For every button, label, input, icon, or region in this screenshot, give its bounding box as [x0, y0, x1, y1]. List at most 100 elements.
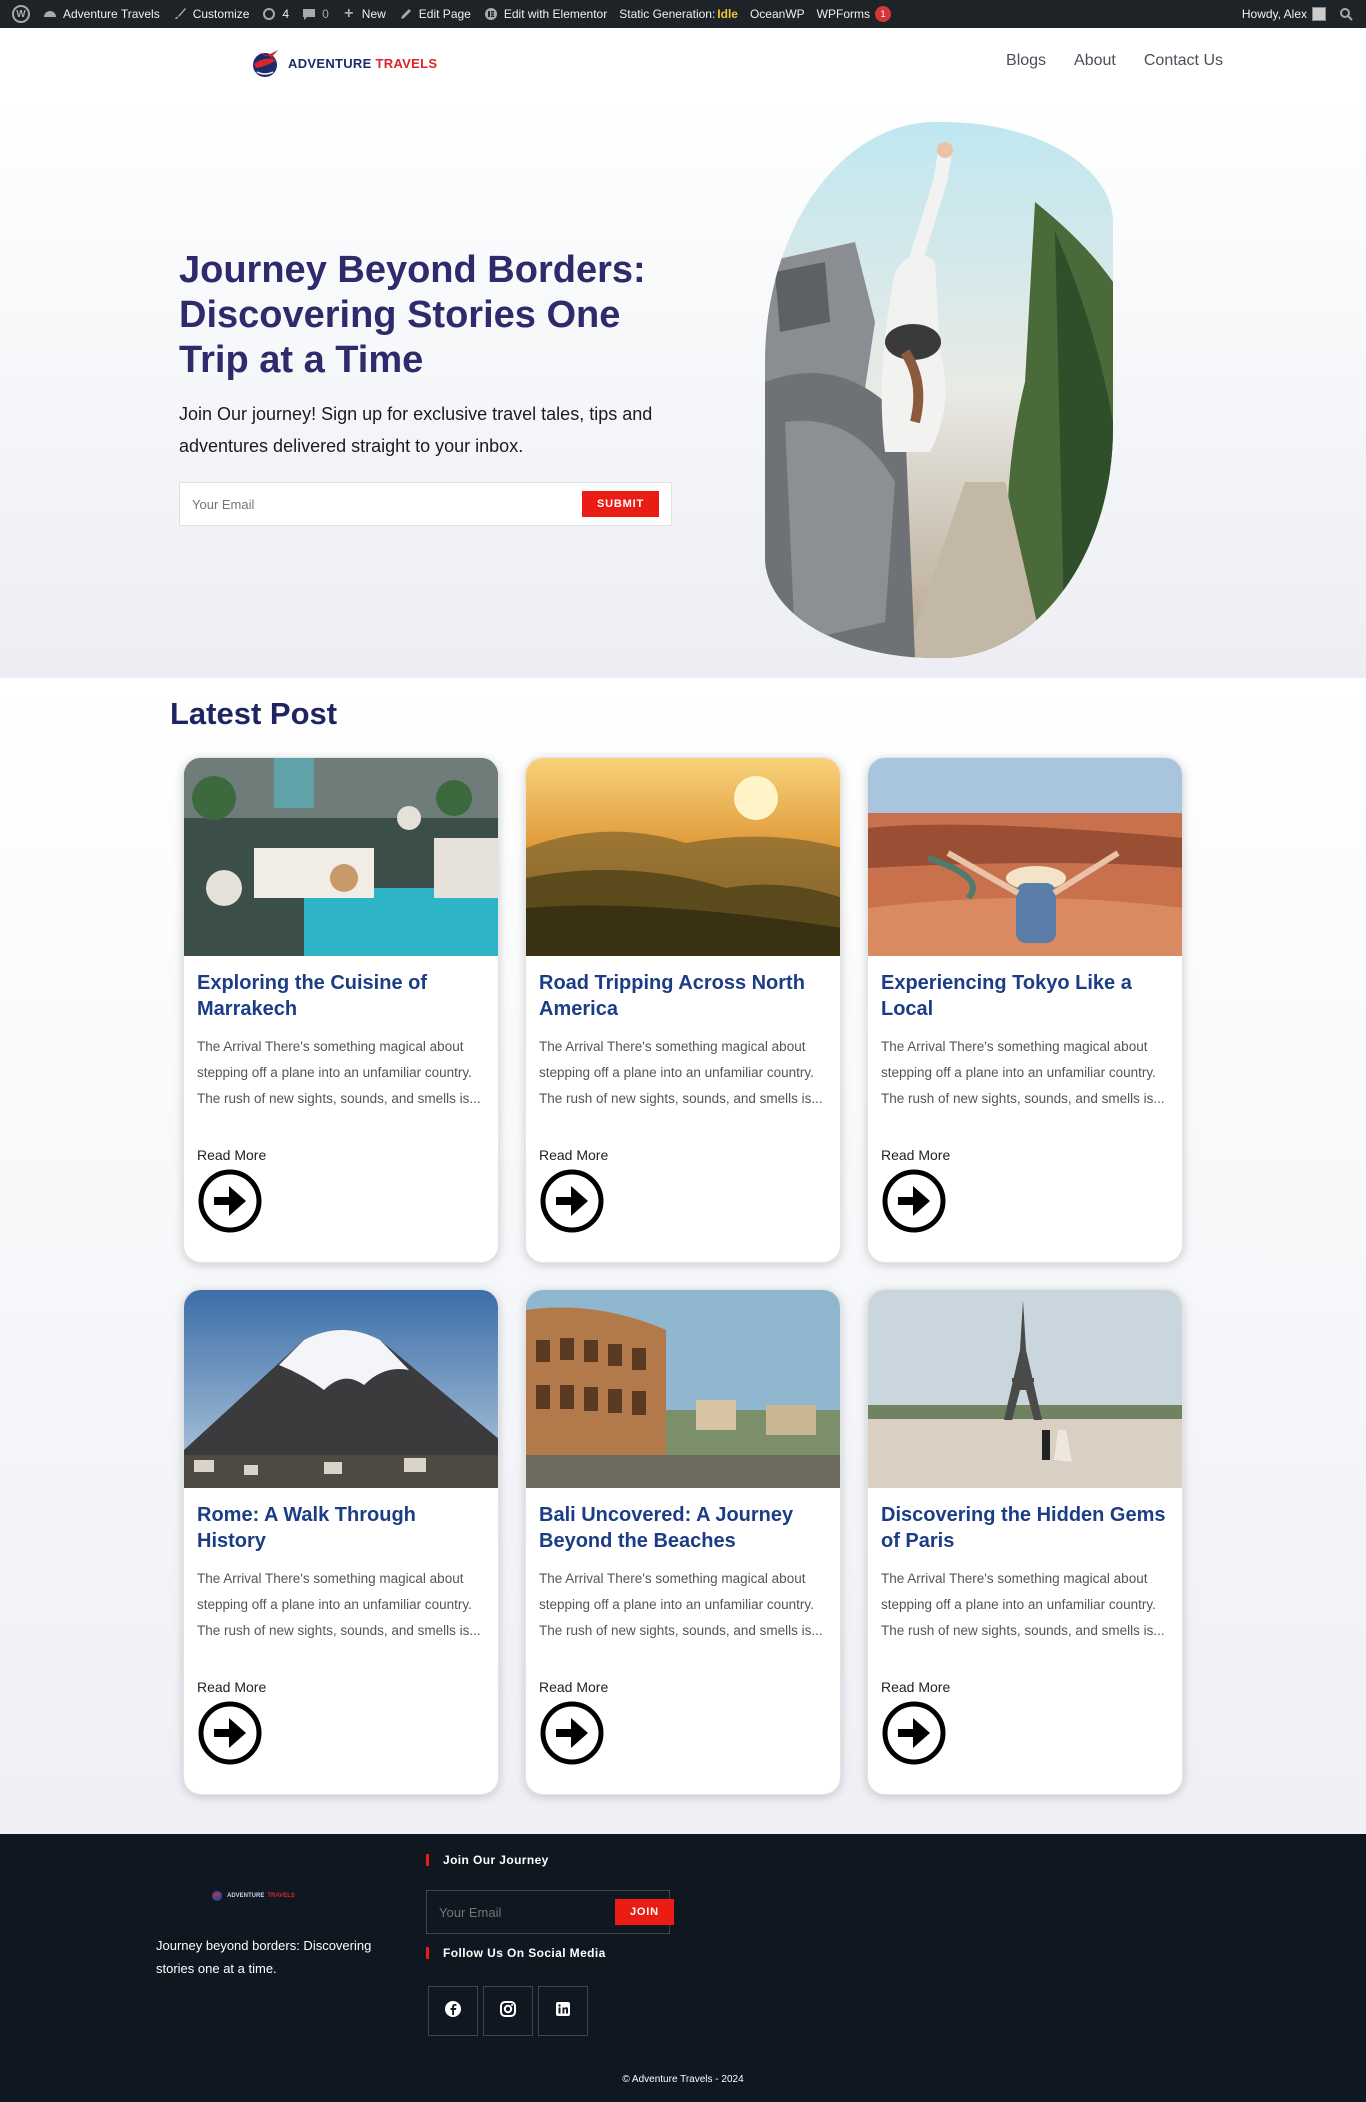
admin-comments[interactable]: 0 [295, 0, 335, 28]
facebook-link[interactable] [428, 1986, 478, 2036]
nav-contact-us[interactable]: Contact Us [1144, 52, 1223, 70]
footer-copyright: © Adventure Travels - 2024 [622, 2074, 744, 2085]
post-excerpt: The Arrival There's something magical ab… [539, 1571, 823, 1638]
avatar [1312, 7, 1326, 21]
admin-edit-page[interactable]: Edit Page [392, 0, 477, 28]
post-title[interactable]: Bali Uncovered: A Journey Beyond the Bea… [539, 1502, 829, 1554]
globe-plane-logo-icon [248, 46, 282, 80]
admin-static-generation[interactable]: Static Generation: Idle [613, 0, 744, 28]
post-excerpt: The Arrival There's something magical ab… [197, 1039, 481, 1106]
post-title[interactable]: Road Tripping Across North America [539, 970, 829, 1022]
admin-search[interactable] [1332, 0, 1360, 28]
footer-logo[interactable]: ADVENTURE TRAVELS [210, 1888, 295, 1904]
post-title[interactable]: Exploring the Cuisine of Marrakech [197, 970, 487, 1022]
static-generation-status: Idle [717, 7, 738, 21]
footer-newsletter-form: JOIN [426, 1890, 674, 1934]
facebook-icon [444, 2000, 462, 2023]
arrow-circle-right-icon[interactable] [881, 1168, 947, 1234]
footer-email-input[interactable] [439, 1904, 615, 1920]
admin-account[interactable]: Howdy, Alex [1236, 0, 1332, 28]
arrow-circle-right-icon[interactable] [197, 1700, 263, 1766]
arrow-circle-right-icon[interactable] [539, 1168, 605, 1234]
arrow-circle-right-icon[interactable] [539, 1700, 605, 1766]
logo-text-travels: TRAVELS [375, 55, 438, 71]
read-more-link[interactable]: Read More [539, 1147, 608, 1163]
footer-logo-travels: TRAVELS [267, 1893, 295, 1899]
comment-icon [301, 6, 317, 22]
admin-edit-elementor-label: Edit with Elementor [503, 7, 608, 21]
admin-edit-elementor[interactable]: Edit with Elementor [477, 0, 613, 28]
site-header: ADVENTURE TRAVELS Blogs About Contact Us [0, 28, 1366, 98]
post-card[interactable]: Rome: A Walk Through History The Arrival… [183, 1289, 499, 1795]
hero-email-input[interactable] [192, 496, 583, 512]
post-excerpt: The Arrival There's something magical ab… [881, 1039, 1165, 1106]
admin-customize[interactable]: Customize [166, 0, 256, 28]
hero-subtitle: Join Our journey! Sign up for exclusive … [179, 404, 653, 456]
admin-wpforms[interactable]: WPForms 1 [811, 0, 897, 28]
main-nav: Blogs About Contact Us [1006, 52, 1223, 70]
footer-join-button[interactable]: JOIN [615, 1899, 674, 1925]
admin-comments-count: 0 [322, 7, 329, 21]
post-excerpt: The Arrival There's something magical ab… [197, 1571, 481, 1638]
post-title[interactable]: Experiencing Tokyo Like a Local [881, 970, 1171, 1022]
admin-site-name[interactable]: Adventure Travels [36, 0, 166, 28]
read-more-link[interactable]: Read More [881, 1147, 950, 1163]
brush-icon [172, 6, 188, 22]
search-icon [1338, 6, 1354, 22]
howdy-label: Howdy, Alex [1241, 7, 1307, 21]
post-image-mount-fuji [184, 1290, 498, 1488]
site-footer: ADVENTURE TRAVELS Journey beyond borders… [0, 1834, 1366, 2102]
footer-logo-adventure: ADVENTURE [227, 1893, 265, 1899]
static-generation-label: Static Generation: [619, 7, 716, 21]
post-card[interactable]: Experiencing Tokyo Like a Local The Arri… [867, 757, 1183, 1263]
logo-text: ADVENTURE TRAVELS [288, 56, 437, 71]
read-more-link[interactable]: Read More [881, 1679, 950, 1695]
post-card[interactable]: Bali Uncovered: A Journey Beyond the Bea… [525, 1289, 841, 1795]
dashboard-icon [42, 6, 58, 22]
post-excerpt: The Arrival There's something magical ab… [539, 1039, 823, 1106]
admin-updates[interactable]: 4 [255, 0, 295, 28]
oceanwp-label: OceanWP [749, 7, 805, 21]
read-more-link[interactable]: Read More [197, 1147, 266, 1163]
wpforms-label: WPForms [816, 7, 870, 21]
post-image-colosseum [526, 1290, 840, 1488]
wp-admin-bar: W Adventure Travels Customize 4 0 + New … [0, 0, 1366, 28]
linkedin-link[interactable] [538, 1986, 588, 2036]
hero-submit-button[interactable]: SUBMIT [582, 491, 659, 517]
wordpress-logo-icon: W [12, 5, 30, 23]
post-card[interactable]: Exploring the Cuisine of Marrakech The A… [183, 757, 499, 1263]
post-excerpt: The Arrival There's something magical ab… [881, 1571, 1165, 1638]
updates-icon [261, 6, 277, 22]
hero-section: Journey Beyond Borders: Discovering Stor… [0, 98, 1366, 678]
post-card[interactable]: Discovering the Hidden Gems of Paris The… [867, 1289, 1183, 1795]
admin-oceanwp[interactable]: OceanWP [744, 0, 811, 28]
footer-join-heading: Join Our Journey [426, 1854, 549, 1866]
instagram-icon [499, 2000, 517, 2023]
arrow-circle-right-icon[interactable] [881, 1700, 947, 1766]
wordpress-menu[interactable]: W [6, 0, 36, 28]
nav-about[interactable]: About [1074, 52, 1116, 70]
pencil-icon [398, 6, 414, 22]
site-logo[interactable]: ADVENTURE TRAVELS [248, 46, 437, 80]
post-title[interactable]: Discovering the Hidden Gems of Paris [881, 1502, 1171, 1554]
logo-text-adventure: ADVENTURE [288, 55, 372, 71]
post-title[interactable]: Rome: A Walk Through History [197, 1502, 487, 1554]
latest-post-heading: Latest Post [170, 696, 338, 731]
post-card[interactable]: Road Tripping Across North America The A… [525, 757, 841, 1263]
post-image-canyon-traveler [868, 758, 1182, 956]
wpforms-badge: 1 [874, 6, 891, 22]
arrow-circle-right-icon[interactable] [197, 1168, 263, 1234]
read-more-link[interactable]: Read More [197, 1679, 266, 1695]
linkedin-icon [554, 2000, 572, 2023]
elementor-icon [483, 6, 499, 22]
instagram-link[interactable] [483, 1986, 533, 2036]
read-more-link[interactable]: Read More [539, 1679, 608, 1695]
admin-new[interactable]: + New [335, 0, 392, 28]
admin-edit-page-label: Edit Page [418, 7, 471, 21]
hero-image-traveler-in-car [765, 122, 1113, 658]
latest-posts-section: Latest Post Exploring the Cuisine of Mar… [0, 678, 1366, 1834]
nav-blogs[interactable]: Blogs [1006, 52, 1046, 70]
globe-plane-logo-icon [210, 1888, 224, 1904]
admin-customize-label: Customize [192, 7, 250, 21]
post-image-marrakech-pool [184, 758, 498, 956]
